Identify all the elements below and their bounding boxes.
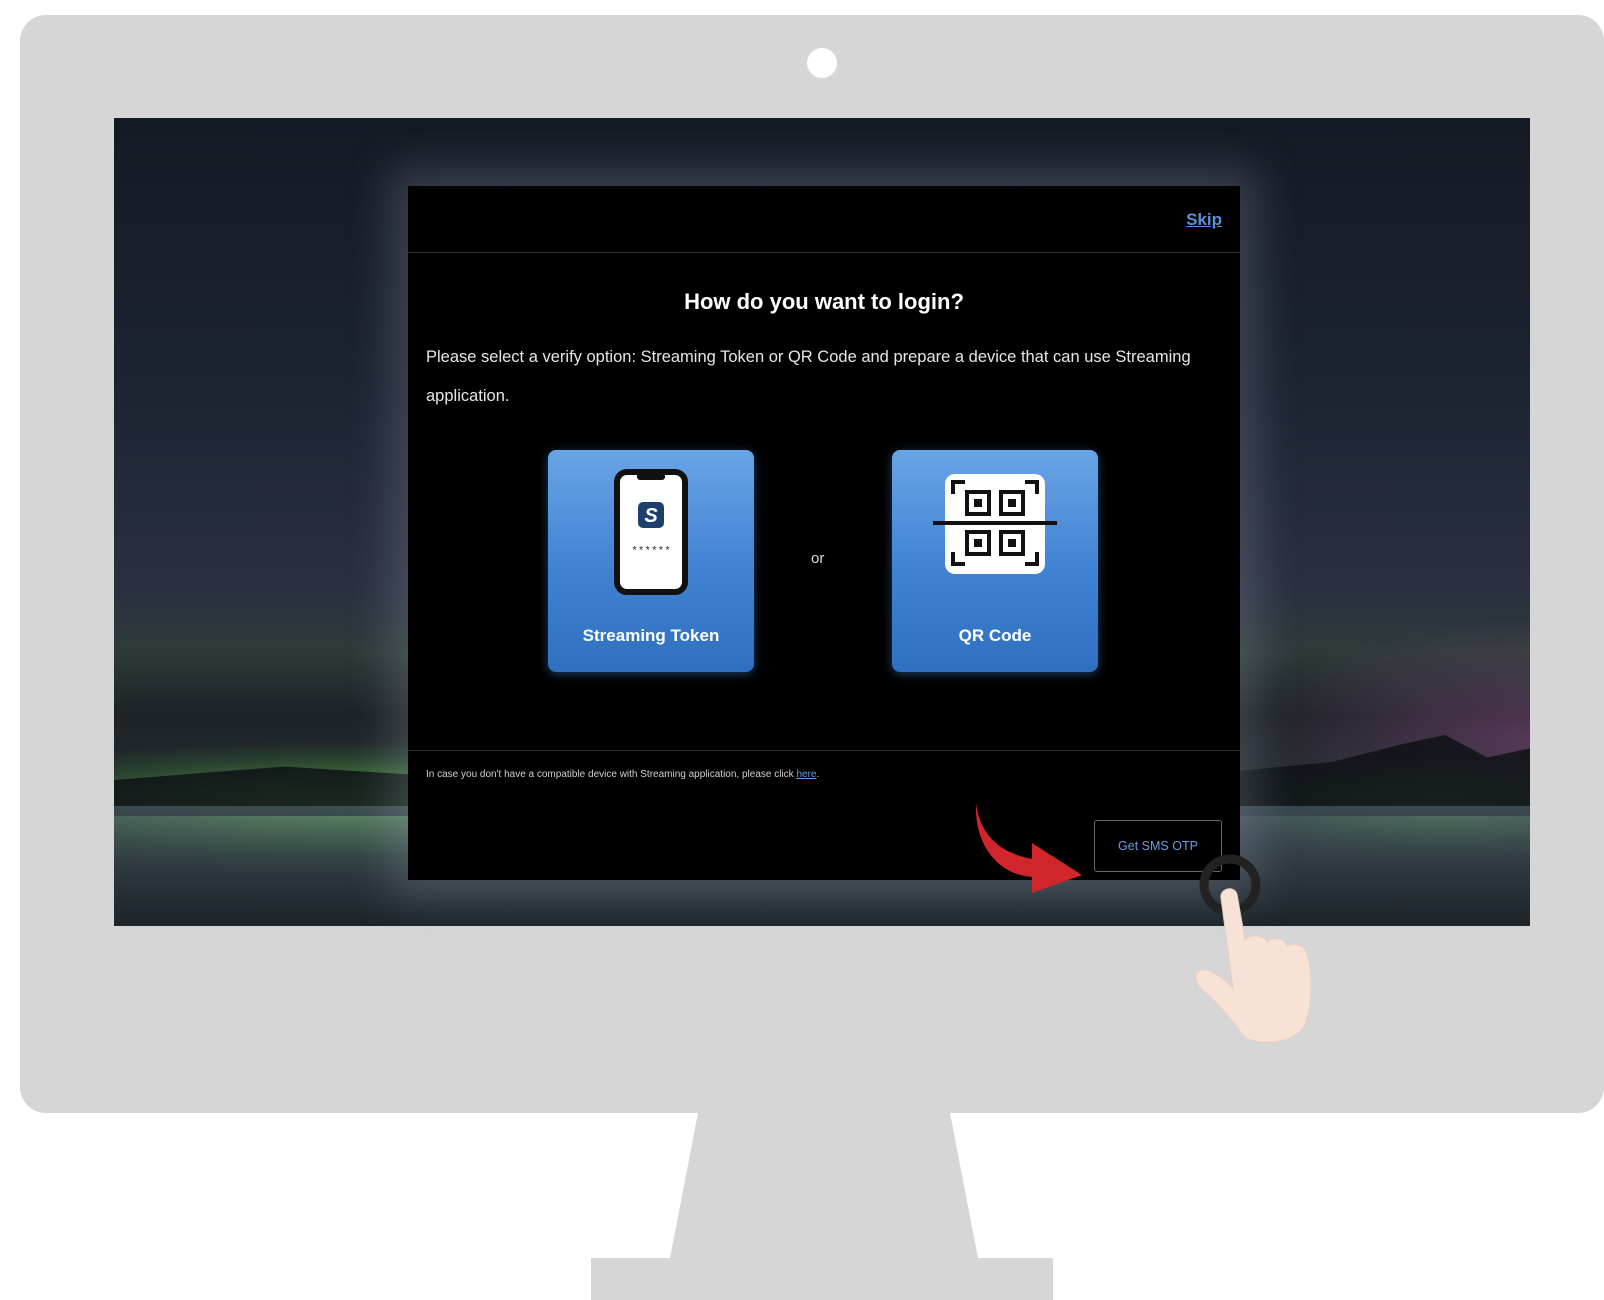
red-curved-arrow-icon [970, 795, 1090, 900]
monitor-stand-base [591, 1258, 1053, 1300]
footer-note-period: . [816, 769, 820, 780]
camera-dot [807, 48, 837, 78]
streaming-token-option[interactable]: S ****** Streaming Token [548, 450, 754, 672]
qr-code-option[interactable]: QR Code [892, 450, 1098, 672]
qr-code-label: QR Code [958, 626, 1032, 645]
instructions-text: Please select a verify option: Streaming… [426, 348, 1191, 405]
qr-scan-icon [892, 468, 1098, 585]
here-link[interactable]: here [796, 769, 816, 780]
login-method-dialog: Skip How do you want to login? Please se… [408, 186, 1240, 880]
monitor-stand-neck [670, 1113, 978, 1258]
or-separator: or [811, 550, 825, 567]
dialog-header: Skip [408, 186, 1240, 253]
svg-text:******: ****** [631, 546, 671, 558]
footer-divider [408, 750, 1240, 751]
footer-note: In case you don't have a compatible devi… [426, 769, 819, 780]
skip-link[interactable]: Skip [1186, 210, 1222, 230]
phone-token-icon: S ****** [548, 468, 754, 603]
dialog-title: How do you want to login? [684, 289, 964, 314]
tap-hand-icon [1185, 850, 1345, 1055]
svg-text:S: S [644, 505, 658, 527]
streaming-token-label: Streaming Token [582, 626, 720, 645]
footer-note-text: In case you don't have a compatible devi… [426, 769, 794, 780]
